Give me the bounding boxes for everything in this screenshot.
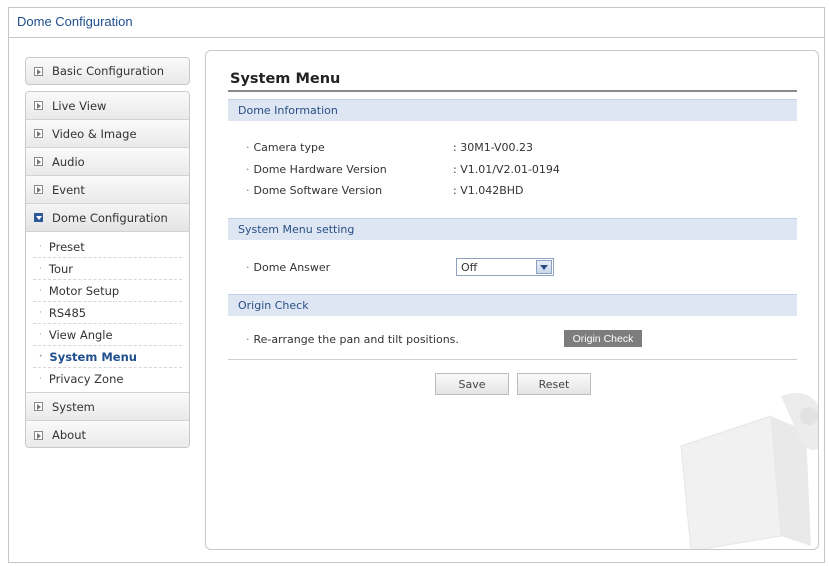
sidebar-item-label: Basic Configuration bbox=[52, 64, 165, 78]
sidebar-item-system[interactable]: System bbox=[26, 393, 189, 421]
submenu-item-rs485[interactable]: · RS485 bbox=[33, 302, 182, 324]
bullet-icon: · bbox=[246, 333, 250, 346]
save-button[interactable]: Save bbox=[435, 373, 509, 395]
sidebar-item-basic-configuration[interactable]: Basic Configuration bbox=[25, 57, 190, 85]
submenu-item-view-angle[interactable]: · View Angle bbox=[33, 324, 182, 346]
expand-arrow-icon bbox=[34, 402, 43, 411]
submenu-label: System Menu bbox=[49, 349, 137, 364]
section-header-system-menu-setting: System Menu setting bbox=[228, 218, 797, 240]
sidebar-item-about[interactable]: About bbox=[26, 421, 189, 447]
expand-arrow-icon bbox=[34, 185, 43, 194]
bullet-icon: · bbox=[39, 351, 43, 362]
dome-configuration-submenu: · Preset · Tour · Motor Setup · RS485 · View … bbox=[26, 232, 189, 393]
sidebar-item-label: About bbox=[52, 428, 87, 442]
info-value-software-version: : V1.042BHD bbox=[453, 184, 524, 197]
origin-description-text: Re-arrange the pan and tilt positions. bbox=[253, 333, 459, 346]
page-header: Dome Configuration bbox=[9, 8, 824, 38]
submenu-item-system-menu[interactable]: · System Menu bbox=[33, 346, 182, 368]
sidebar-item-label: Live View bbox=[52, 98, 107, 113]
page-header-title: Dome Configuration bbox=[17, 14, 133, 29]
sidebar-item-dome-configuration[interactable]: Dome Configuration bbox=[26, 204, 189, 232]
info-row-hardware-version: · Dome Hardware Version bbox=[246, 163, 387, 176]
section-header-dome-information: Dome Information bbox=[228, 99, 797, 121]
submenu-item-privacy-zone[interactable]: · Privacy Zone bbox=[33, 368, 182, 390]
sidebar-item-event[interactable]: Event bbox=[26, 176, 189, 204]
collapse-arrow-icon bbox=[34, 213, 43, 222]
bullet-icon: · bbox=[39, 241, 42, 252]
submenu-label: Preset bbox=[48, 239, 85, 254]
section-header-origin-check: Origin Check bbox=[228, 294, 797, 316]
sidebar-item-label: Dome Configuration bbox=[52, 210, 168, 225]
bullet-icon: · bbox=[246, 141, 250, 154]
submenu-label: Privacy Zone bbox=[48, 372, 124, 386]
expand-arrow-icon bbox=[34, 129, 43, 138]
info-label: Dome Software Version bbox=[253, 184, 383, 197]
bullet-icon: · bbox=[39, 263, 42, 274]
expand-arrow-icon bbox=[34, 66, 43, 76]
chevron-down-icon bbox=[536, 260, 552, 274]
submenu-item-preset[interactable]: · Preset bbox=[33, 236, 182, 258]
page-title: System Menu bbox=[230, 71, 341, 87]
bullet-icon: · bbox=[39, 285, 42, 296]
bullet-icon: · bbox=[39, 329, 42, 340]
sidebar-item-label: Event bbox=[52, 182, 85, 197]
sidebar-menu: Live View Video & Image Audio Event Dome… bbox=[25, 91, 190, 448]
expand-arrow-icon bbox=[34, 430, 43, 440]
sidebar-item-live-view[interactable]: Live View bbox=[26, 92, 189, 120]
submenu-label: Motor Setup bbox=[48, 283, 120, 298]
bullet-icon: · bbox=[39, 307, 42, 318]
dome-answer-selected-value: Off bbox=[461, 260, 478, 274]
sidebar-item-label: Video & Image bbox=[52, 126, 137, 141]
origin-check-button[interactable]: Origin Check bbox=[564, 330, 642, 347]
reset-button[interactable]: Reset bbox=[517, 373, 591, 395]
bullet-icon: · bbox=[39, 374, 42, 384]
sidebar-item-audio[interactable]: Audio bbox=[26, 148, 189, 176]
info-row-camera-type: · Camera type bbox=[246, 141, 325, 154]
bullet-icon: · bbox=[246, 261, 250, 274]
setting-row-dome-answer: · Dome Answer bbox=[246, 261, 330, 274]
sidebar-item-label: Audio bbox=[52, 154, 85, 169]
expand-arrow-icon bbox=[34, 101, 43, 110]
dome-answer-select[interactable]: Off bbox=[456, 258, 554, 276]
info-row-software-version: · Dome Software Version bbox=[246, 184, 382, 197]
info-value-hardware-version: : V1.01/V2.01-0194 bbox=[453, 163, 560, 176]
section-divider bbox=[228, 359, 797, 360]
submenu-item-motor-setup[interactable]: · Motor Setup bbox=[33, 280, 182, 302]
info-label: Camera type bbox=[253, 141, 325, 154]
setting-label: Dome Answer bbox=[253, 261, 331, 274]
origin-check-description: · Re-arrange the pan and tilt positions. bbox=[246, 333, 459, 346]
title-divider bbox=[228, 90, 797, 92]
content-panel: System Menu Dome Information · Camera typ… bbox=[205, 50, 819, 550]
submenu-item-tour[interactable]: · Tour bbox=[33, 258, 182, 280]
submenu-label: Tour bbox=[48, 261, 73, 276]
sidebar-item-video-image[interactable]: Video & Image bbox=[26, 120, 189, 148]
submenu-label: View Angle bbox=[48, 327, 113, 342]
camera-watermark-icon bbox=[680, 393, 818, 549]
sidebar-item-label: System bbox=[52, 399, 95, 414]
bullet-icon: · bbox=[246, 163, 250, 176]
submenu-label: RS485 bbox=[48, 305, 87, 320]
info-label: Dome Hardware Version bbox=[253, 163, 387, 176]
bullet-icon: · bbox=[246, 184, 250, 197]
expand-arrow-icon bbox=[34, 157, 43, 166]
info-value-camera-type: : 30M1-V00.23 bbox=[453, 141, 534, 154]
